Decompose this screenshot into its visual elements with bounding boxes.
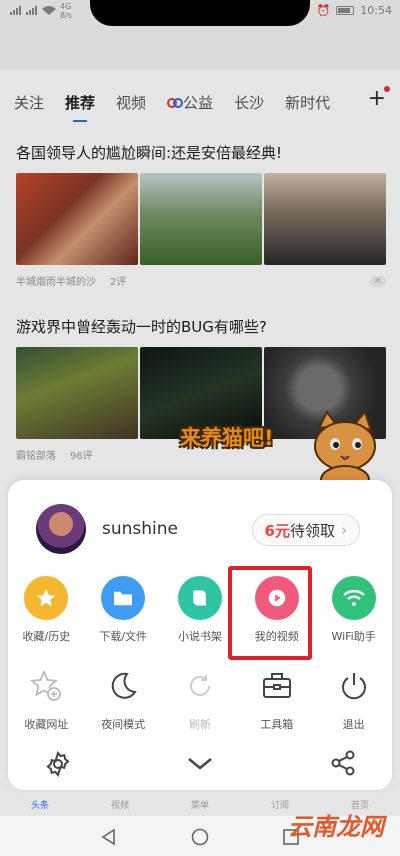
reward-amount: 6元 [264,521,290,540]
tab-new-era[interactable]: 新时代 [285,92,330,113]
power-icon [332,664,376,708]
refresh-label: 刷新 [188,718,211,731]
shortcut-row-secondary: 收藏网址 夜间模式 刷新 工具箱 退出 [8,664,392,732]
novel-shelf-label: 小说书架 [177,630,222,643]
status-bar: 4G 8/s ⏰ 10:54 [0,0,400,30]
sheet-footer [0,750,400,780]
news-comments: 2评 [110,277,127,288]
dismiss-icon[interactable]: ✕ [369,276,386,287]
bookmark-url-label: 收藏网址 [24,718,69,731]
star-icon [24,576,69,620]
toolbox-icon [255,664,299,708]
tab-recommend[interactable]: 推荐 [65,92,95,122]
add-channel-button[interactable]: + [368,86,390,111]
gongyi-logo-icon [167,96,184,110]
wifi-icon [331,576,376,620]
news-comments: 96评 [70,451,93,462]
news-image [16,173,138,265]
battery-icon [336,6,355,15]
downloads-files-button[interactable]: 下载/文件 [85,576,162,644]
news-item[interactable]: 各国领导人的尴尬瞬间:还是安倍最经典! 半城烟雨半城的沙 2评 ✕ [16,142,386,288]
refresh-icon [178,664,222,708]
alarm-icon: ⏰ [316,4,331,17]
news-title: 各国领导人的尴尬瞬间:还是安倍最经典! [16,144,283,162]
chevron-right-icon: › [341,521,347,539]
username: sunshine [102,519,178,539]
news-source: 霸铭部落 [16,451,56,462]
cat-sticker[interactable]: 来养猫吧! [180,408,385,488]
news-image [140,173,262,265]
reward-text: 待领取 [289,521,335,540]
avatar [36,504,86,554]
tab-changsha[interactable]: 长沙 [234,92,264,113]
notification-dot [384,86,390,92]
tab-gongyi[interactable]: 公益 [167,92,213,113]
highlight-box [228,566,312,660]
favorites-history-label: 收藏/历史 [22,630,71,643]
clock: 10:54 [360,4,392,17]
phone-screen: 4G 8/s ⏰ 10:54 关注 推荐 视频 公益 长沙 新时代 + 各国领导… [0,0,400,856]
moon-icon [101,664,145,708]
toolbox-button[interactable]: 工具箱 [238,664,315,732]
tab-follow[interactable]: 关注 [14,92,44,113]
back-icon[interactable] [100,828,118,850]
nav-headlines[interactable]: 头条 [0,798,80,814]
signal-icon [10,4,58,19]
news-title: 游戏界中曾经轰动一时的BUG有哪些? [16,318,267,336]
folder-icon [101,576,146,620]
nav-video[interactable]: 视频 [80,798,160,814]
camera-notch [90,0,310,26]
share-icon[interactable] [330,750,356,780]
exit-button[interactable]: 退出 [315,664,392,732]
wifi-assistant-button[interactable]: WiFi助手 [315,576,392,644]
news-source: 半城烟雨半城的沙 [16,277,96,288]
news-image [264,173,386,265]
star-add-icon [24,664,68,708]
nav-menu[interactable]: 菜单 [160,798,240,814]
exit-label: 退出 [342,718,365,731]
favorites-history-button[interactable]: 收藏/历史 [8,576,85,644]
settings-gear-icon[interactable] [44,750,72,782]
network-speed: 4G 8/s [60,2,72,20]
user-profile[interactable]: sunshine [36,504,178,554]
toolbox-label: 工具箱 [260,718,294,731]
novel-shelf-button[interactable]: 小说书架 [162,576,239,644]
shortcut-row-primary: 收藏/历史 下载/文件 小说书架 我的视频 WiFi助手 [8,576,392,644]
bookmark-url-button[interactable]: 收藏网址 [8,664,85,732]
downloads-files-label: 下载/文件 [99,630,148,643]
tab-video[interactable]: 视频 [116,92,146,113]
home-icon[interactable] [191,828,209,850]
night-mode-button[interactable]: 夜间模式 [85,664,162,732]
sticker-text: 来养猫吧! [180,426,274,450]
wifi-assistant-label: WiFi助手 [331,630,376,643]
tab-gongyi-label: 公益 [183,93,214,112]
reward-button[interactable]: 6元 待领取 › [251,514,360,546]
night-mode-label: 夜间模式 [101,718,146,731]
book-icon [177,576,222,620]
refresh-button[interactable]: 刷新 [162,664,239,732]
channel-tabs: 关注 推荐 视频 公益 长沙 新时代 + [0,82,400,122]
news-image [16,347,138,439]
chevron-down-icon[interactable] [186,756,214,776]
watermark-logo: 云南龙网 [288,812,384,841]
cat-icon [314,410,376,488]
